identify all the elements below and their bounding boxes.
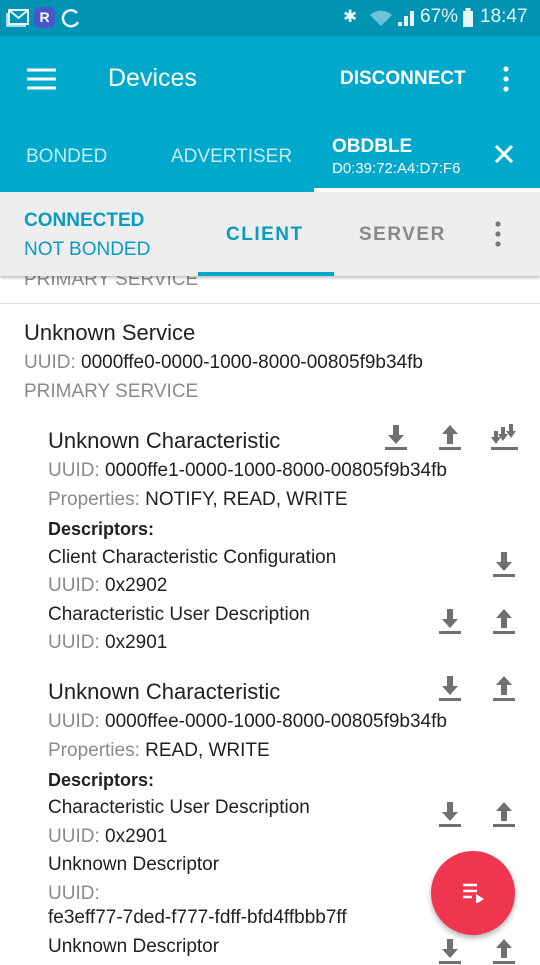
properties-label: Properties:: [48, 489, 140, 510]
playlist-icon: [463, 883, 484, 903]
service-type: PRIMARY SERVICE: [24, 381, 199, 402]
characteristic-properties: READ, WRITE: [145, 740, 270, 761]
tab-server[interactable]: SERVER: [359, 224, 446, 246]
clock: 18:47: [480, 6, 528, 27]
battery-icon: [463, 8, 473, 27]
write-icon[interactable]: [489, 935, 519, 965]
descriptors-label: Descriptors:: [48, 770, 155, 790]
uuid-label: UUID:: [48, 575, 100, 596]
notify-icon[interactable]: [489, 421, 519, 451]
write-icon[interactable]: [489, 798, 519, 828]
bond-state: NOT BONDED: [24, 239, 151, 260]
device-name: OBDBLE: [332, 136, 413, 157]
descriptor-name: Unknown Descriptor: [48, 854, 220, 875]
write-icon[interactable]: [435, 421, 465, 451]
descriptor-uuid: fe3eff77-7ded-f777-fdff-bfd4ffbbb7ff: [48, 907, 347, 928]
wifi-icon: [370, 10, 414, 26]
read-icon[interactable]: [381, 421, 411, 451]
tab-obdble[interactable]: OBDBLE D0:39:72:A4:D7:F6: [314, 132, 540, 192]
r-app-icon: R: [34, 7, 55, 28]
close-icon[interactable]: [494, 144, 514, 164]
tab-advertiser[interactable]: ADVERTISER: [171, 146, 292, 168]
disconnect-button[interactable]: DISCONNECT: [340, 68, 466, 90]
app-toolbar: Devices DISCONNECT BONDED ADVERTISER OBD…: [0, 36, 540, 192]
read-icon[interactable]: [435, 605, 465, 635]
uuid-label: UUID:: [24, 352, 76, 373]
client-tab-indicator: [198, 272, 334, 276]
service-name: Unknown Service: [24, 320, 196, 345]
descriptor-name: Unknown Descriptor: [48, 936, 220, 957]
descriptor-name: Characteristic User Description: [48, 604, 310, 625]
uuid-label: UUID:: [48, 826, 100, 847]
device-address: D0:39:72:A4:D7:F6: [332, 160, 461, 177]
tab-bonded[interactable]: BONDED: [26, 146, 107, 168]
bluetooth-icon: ✱: [343, 7, 358, 26]
connection-state: CONNECTED: [24, 210, 145, 231]
properties-label: Properties:: [48, 740, 140, 761]
battery-level: 67%: [420, 6, 459, 27]
service-uuid: 0000ffe0-0000-1000-8000-00805f9b34fb: [81, 352, 423, 373]
read-icon[interactable]: [435, 935, 465, 965]
descriptors-label: Descriptors:: [48, 519, 155, 539]
mail-icon: [6, 9, 29, 27]
descriptor-name: Characteristic User Description: [48, 797, 310, 818]
status-bar: R ✱ 67% 18:47: [0, 0, 540, 36]
divider: [0, 303, 540, 304]
write-icon[interactable]: [489, 672, 519, 702]
uuid-label: UUID:: [48, 632, 100, 653]
read-icon[interactable]: [489, 548, 519, 578]
more-options-icon[interactable]: [493, 221, 503, 247]
characteristic-name: Unknown Characteristic: [48, 679, 281, 704]
sync-icon: [61, 8, 80, 28]
more-options-icon[interactable]: [501, 66, 511, 92]
page-title: Devices: [108, 64, 197, 92]
characteristic-uuid: 0000ffee-0000-1000-8000-00805f9b34fb: [105, 711, 447, 732]
descriptor-uuid: 0x2901: [105, 632, 168, 653]
write-icon[interactable]: [489, 605, 519, 635]
log-fab-button[interactable]: [431, 851, 515, 935]
descriptor-uuid: 0x2901: [105, 826, 168, 847]
connection-bar: CONNECTED NOT BONDED CLIENT SERVER: [0, 192, 540, 276]
descriptor-uuid: 0x2902: [105, 575, 168, 596]
uuid-label: UUID:: [48, 711, 100, 732]
characteristic-properties: NOTIFY, READ, WRITE: [145, 489, 348, 510]
characteristic-name: Unknown Characteristic: [48, 428, 281, 453]
characteristic-uuid: 0000ffe1-0000-1000-8000-00805f9b34fb: [105, 460, 447, 481]
uuid-label: UUID:: [48, 460, 100, 481]
tab-client[interactable]: CLIENT: [226, 224, 304, 246]
descriptor-name: Client Characteristic Configuration: [48, 547, 337, 568]
menu-icon[interactable]: [27, 68, 57, 90]
read-icon[interactable]: [435, 798, 465, 828]
read-icon[interactable]: [435, 672, 465, 702]
